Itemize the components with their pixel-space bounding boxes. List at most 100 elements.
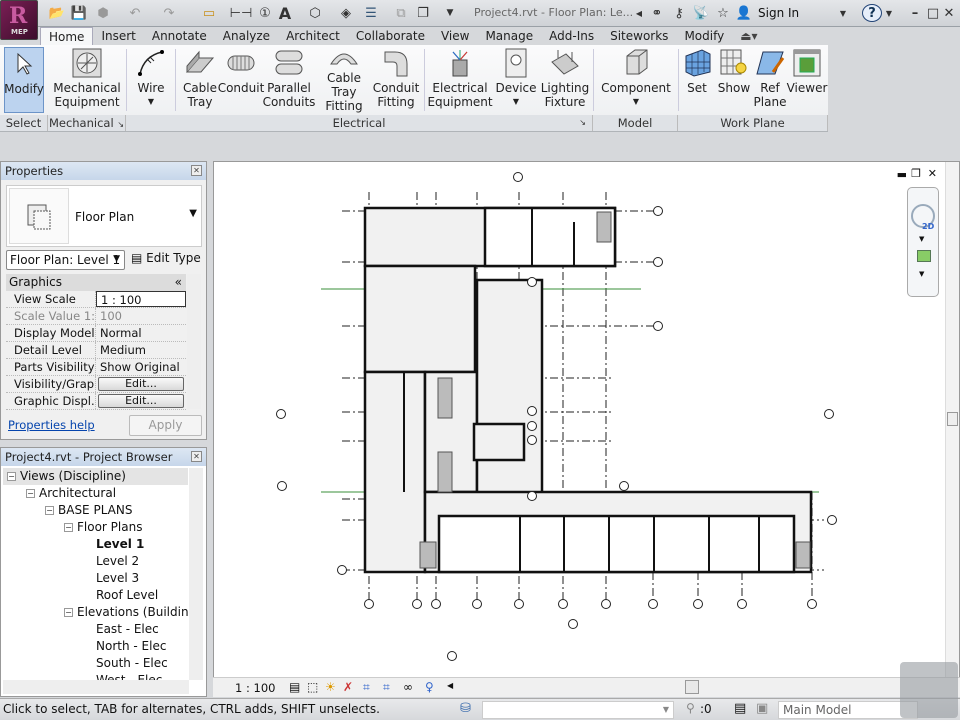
collapse-icon[interactable]: « bbox=[175, 274, 182, 291]
edit-type-button[interactable]: ▤ Edit Type bbox=[131, 251, 201, 265]
browser-item[interactable]: − Floor Plans bbox=[3, 519, 188, 536]
view-minimize-icon[interactable]: ▬ bbox=[897, 168, 907, 181]
ref-plane-button[interactable]: Ref Plane bbox=[754, 47, 786, 113]
visual-style-icon[interactable]: ⬚ bbox=[307, 680, 318, 694]
property-row[interactable]: Display Model Normal bbox=[6, 325, 186, 342]
browser-item[interactable]: Roof Level bbox=[3, 587, 188, 604]
browser-item[interactable]: Level 3 bbox=[3, 570, 188, 587]
collapse-toggle-icon[interactable]: − bbox=[64, 523, 73, 532]
tab-modify[interactable]: Modify bbox=[676, 27, 732, 45]
save-icon[interactable]: 💾 bbox=[70, 4, 88, 22]
view-scale-field[interactable]: 1 : 100 bbox=[96, 291, 186, 307]
redo-icon[interactable]: ↷ bbox=[158, 4, 180, 22]
shadows-icon[interactable]: ✗ bbox=[343, 680, 353, 694]
panel-electrical-label[interactable]: Electrical ↘ bbox=[126, 115, 593, 131]
measure-icon[interactable]: ▭ bbox=[198, 4, 220, 22]
star-icon[interactable]: ☆ bbox=[714, 4, 732, 22]
type-dropdown-icon[interactable]: ▼ bbox=[189, 208, 197, 219]
expand-left-icon[interactable]: ◀ bbox=[634, 4, 644, 22]
horizontal-scroll-thumb[interactable] bbox=[685, 680, 699, 694]
viewer-button[interactable]: Viewer bbox=[787, 47, 827, 113]
browser-item[interactable]: Level 1 bbox=[3, 536, 188, 553]
binoculars-icon[interactable]: ⚭ bbox=[648, 4, 666, 22]
view-restore-icon[interactable]: ❐ bbox=[911, 167, 921, 180]
properties-scrollbar[interactable] bbox=[187, 274, 201, 409]
collapse-toggle-icon[interactable]: − bbox=[26, 489, 35, 498]
lighting-fixture-button[interactable]: Lighting Fixture bbox=[541, 47, 589, 113]
dimension-icon[interactable]: ⊢⊣ bbox=[230, 4, 253, 22]
tab-siteworks[interactable]: Siteworks bbox=[602, 27, 676, 45]
browser-horizontal-scrollbar[interactable] bbox=[3, 680, 189, 694]
view-vertical-scrollbar[interactable] bbox=[945, 162, 959, 677]
floor-plan-view[interactable]: ▬ ❐ ✕ bbox=[213, 161, 960, 697]
text-icon[interactable]: A bbox=[278, 4, 292, 23]
view-scale-button[interactable]: 1 : 100 bbox=[235, 681, 275, 695]
cable-tray-button[interactable]: Cable Tray bbox=[182, 47, 218, 113]
scroll-thumb[interactable] bbox=[947, 412, 958, 426]
satellite-icon[interactable]: 📡 bbox=[692, 4, 710, 22]
panel-model-label[interactable]: Model bbox=[593, 115, 678, 131]
collapse-toggle-icon[interactable]: − bbox=[7, 472, 16, 481]
tab-view[interactable]: View bbox=[433, 27, 477, 45]
browser-item[interactable]: − Architectural bbox=[3, 485, 188, 502]
panel-work-plane-label[interactable]: Work Plane bbox=[678, 115, 828, 131]
detail-level-icon[interactable]: ▤ bbox=[289, 680, 300, 694]
crop-region-icon[interactable]: ⌗ bbox=[383, 680, 390, 695]
wire-button[interactable]: Wire ▼ bbox=[134, 47, 168, 113]
browser-item[interactable]: South - Elec bbox=[3, 655, 188, 672]
workset-icon[interactable]: ⛁ bbox=[460, 701, 471, 716]
dialog-launcher-icon[interactable]: ↘ bbox=[117, 120, 124, 129]
maximize-icon[interactable]: □ bbox=[926, 4, 940, 22]
open-icon[interactable]: 📂 bbox=[48, 4, 66, 22]
property-row[interactable]: Parts Visibility Show Original bbox=[6, 359, 186, 376]
close-hidden-icon[interactable]: ⧉ bbox=[392, 4, 410, 22]
browser-item[interactable]: − Elevations (Building bbox=[3, 604, 196, 621]
sun-path-icon[interactable]: ☀ bbox=[325, 680, 336, 694]
sign-in-button[interactable]: Sign In bbox=[758, 6, 799, 20]
component-dropdown-icon[interactable]: ▼ bbox=[633, 95, 639, 109]
filter-icon[interactable]: ⚲ bbox=[686, 701, 695, 715]
browser-vertical-scrollbar[interactable] bbox=[189, 468, 203, 680]
tab-home[interactable]: Home bbox=[40, 27, 94, 45]
key-icon[interactable]: ⚷ bbox=[670, 4, 688, 22]
mechanical-equipment-button[interactable]: Mechanical Equipment bbox=[53, 47, 121, 113]
scroll-left-icon[interactable]: ◀ bbox=[447, 681, 453, 690]
tab-add-ins[interactable]: Add-Ins bbox=[541, 27, 602, 45]
tab-manage[interactable]: Manage bbox=[477, 27, 541, 45]
component-button[interactable]: Component ▼ bbox=[600, 47, 672, 113]
collapse-toggle-icon[interactable]: − bbox=[64, 608, 73, 617]
minimize-icon[interactable]: – bbox=[908, 4, 922, 22]
type-selector[interactable]: Floor Plan ▼ bbox=[6, 185, 202, 247]
device-dropdown-icon[interactable]: ▼ bbox=[513, 95, 519, 109]
instance-filter-dropdown[interactable]: Floor Plan: Level 1 ▼ bbox=[6, 250, 125, 270]
modify-button[interactable]: Modify bbox=[4, 47, 44, 113]
show-work-plane-button[interactable]: Show bbox=[716, 47, 752, 113]
conduit-button[interactable]: Conduit bbox=[218, 47, 264, 113]
browser-item[interactable]: − Views (Discipline) bbox=[3, 468, 188, 485]
set-work-plane-button[interactable]: Set bbox=[682, 47, 712, 113]
chevron-down-icon[interactable]: ▼ bbox=[919, 235, 924, 243]
customize-icon[interactable]: ▼ bbox=[444, 4, 456, 22]
tab-architect[interactable]: Architect bbox=[278, 27, 348, 45]
collapse-toggle-icon[interactable]: − bbox=[45, 506, 54, 515]
zoom-region-icon[interactable] bbox=[917, 250, 931, 262]
close-icon[interactable]: ✕ bbox=[191, 165, 202, 176]
view-close-icon[interactable]: ✕ bbox=[928, 167, 937, 180]
video-player-overlay[interactable] bbox=[900, 662, 958, 718]
sign-in-dropdown-icon[interactable]: ▼ bbox=[838, 4, 848, 22]
device-button[interactable]: Device ▼ bbox=[495, 47, 537, 113]
sync-icon[interactable]: ⬢ bbox=[92, 4, 114, 22]
switch-windows-icon[interactable]: ❐ bbox=[414, 4, 432, 22]
conduit-fitting-button[interactable]: Conduit Fitting bbox=[373, 47, 419, 113]
3d-view-icon[interactable]: ⬡ bbox=[306, 4, 324, 22]
property-row[interactable]: Detail Level Medium bbox=[6, 342, 186, 359]
visibility-edit-button[interactable]: Edit... bbox=[98, 377, 184, 391]
ribbon-minimize-toggle[interactable]: ⏏▾ bbox=[732, 27, 765, 45]
graphic-display-edit-button[interactable]: Edit... bbox=[98, 394, 184, 408]
browser-item[interactable]: − BASE PLANS bbox=[3, 502, 188, 519]
close-icon[interactable]: ✕ bbox=[191, 451, 202, 462]
crop-view-icon[interactable]: ⌗ bbox=[363, 680, 370, 695]
parallel-conduits-button[interactable]: Parallel Conduits bbox=[263, 47, 315, 113]
wire-dropdown-icon[interactable]: ▼ bbox=[148, 95, 154, 109]
tab-insert[interactable]: Insert bbox=[93, 27, 143, 45]
